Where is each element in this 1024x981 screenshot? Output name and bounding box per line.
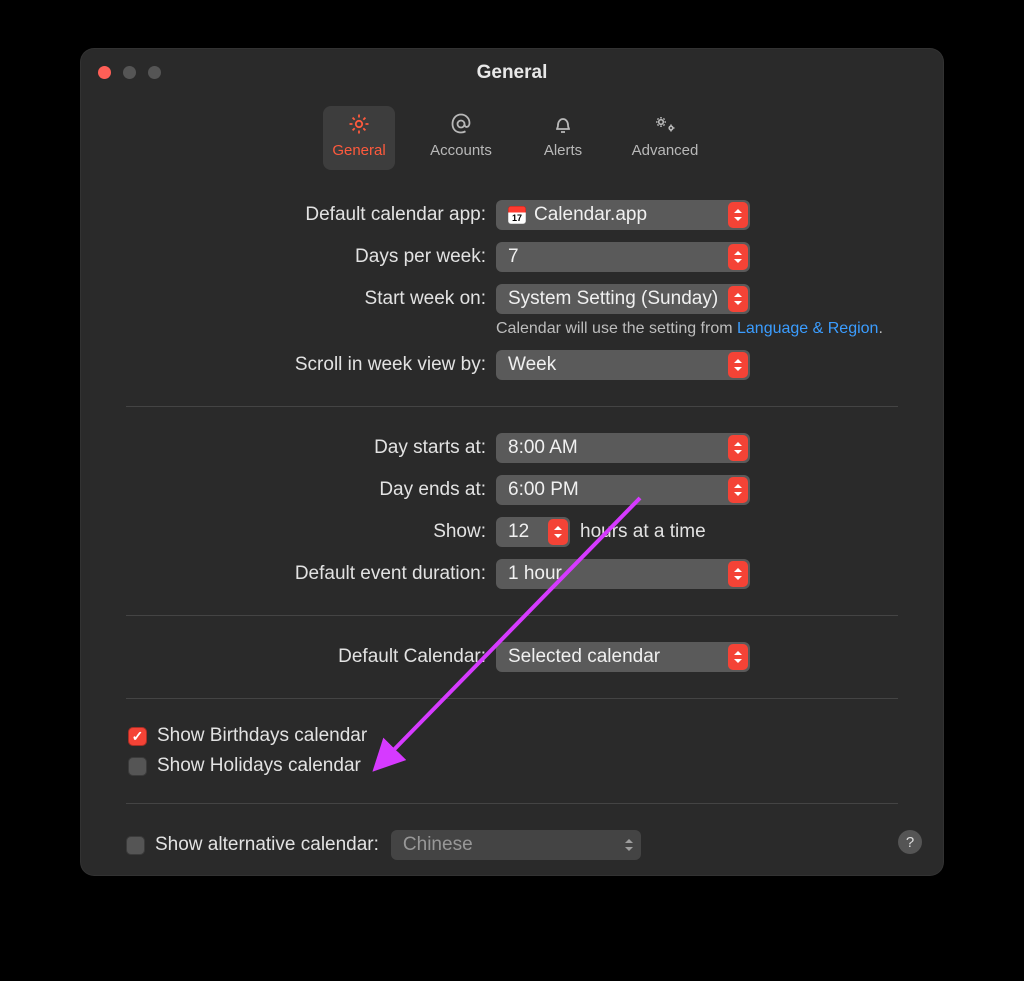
select-value: System Setting (Sunday) [508,288,718,310]
preferences-window: General General Accounts [80,48,944,876]
select-value: 7 [508,246,519,268]
select-value: 12 [508,521,529,543]
select-value: Week [508,354,556,376]
select-default-calendar[interactable]: Selected calendar [496,642,750,672]
select-default-duration[interactable]: 1 hour [496,559,750,589]
tab-alerts[interactable]: Alerts [527,106,599,170]
label-start-week-on: Start week on: [126,288,496,310]
at-icon [449,110,473,138]
select-scroll-week[interactable]: Week [496,350,750,380]
row-default-duration: Default event duration: 1 hour [126,559,898,589]
tab-label: Advanced [632,142,699,159]
start-week-hint: Calendar will use the setting from Langu… [496,320,898,338]
label-days-per-week: Days per week: [126,246,496,268]
row-start-week-on: Start week on: System Setting (Sunday) [126,284,898,314]
row-day-ends: Day ends at: 6:00 PM [126,475,898,505]
select-alt-calendar[interactable]: Chinese [391,830,641,860]
gears-icon [652,110,678,138]
hint-text: Calendar will use the setting from [496,320,737,337]
row-alternative-calendar: Show alternative calendar: Chinese [126,830,898,860]
titlebar: General [80,48,944,64]
help-button[interactable]: ? [898,830,922,854]
row-default-calendar: Default Calendar: Selected calendar [126,642,898,672]
row-days-per-week: Days per week: 7 [126,242,898,272]
divider [126,803,898,804]
checkbox-birthdays[interactable]: Show Birthdays calendar [128,725,898,747]
checkbox-label: Show Birthdays calendar [157,725,367,747]
hint-text: . [878,320,882,337]
select-value: Selected calendar [508,646,660,668]
tab-advanced[interactable]: Advanced [629,106,701,170]
label-default-calendar: Default Calendar: [126,646,496,668]
tab-label: Alerts [544,142,582,159]
tab-label: Accounts [430,142,492,159]
chevron-updown-icon [728,352,748,378]
chevron-updown-icon [619,832,639,858]
label-day-starts: Day starts at: [126,437,496,459]
select-value: 8:00 AM [508,437,578,459]
checkbox-group: Show Birthdays calendar Show Holidays ca… [128,725,898,777]
divider [126,406,898,407]
select-value: 1 hour [508,563,562,585]
gear-icon [347,110,371,138]
calendar-app-icon [508,206,526,224]
tab-accounts[interactable]: Accounts [425,106,497,170]
select-day-ends[interactable]: 6:00 PM [496,475,750,505]
row-day-starts: Day starts at: 8:00 AM [126,433,898,463]
row-show-hours: Show: 12 hours at a time [126,517,898,547]
select-default-app[interactable]: Calendar.app [496,200,750,230]
tab-label: General [332,142,385,159]
checkbox-icon [128,757,147,776]
checkbox-label: Show alternative calendar: [155,834,379,856]
select-day-starts[interactable]: 8:00 AM [496,433,750,463]
divider [126,615,898,616]
select-start-week-on[interactable]: System Setting (Sunday) [496,284,750,314]
checkbox-label: Show Holidays calendar [157,755,361,777]
select-show-hours[interactable]: 12 [496,517,570,547]
divider [126,698,898,699]
checkbox-holidays[interactable]: Show Holidays calendar [128,755,898,777]
checkbox-icon [126,836,145,855]
row-default-app: Default calendar app: Calendar.app [126,200,898,230]
content: Default calendar app: Calendar.app Days … [80,170,944,860]
chevron-updown-icon [728,244,748,270]
chevron-updown-icon [728,644,748,670]
checkbox-icon [128,727,147,746]
select-value: 6:00 PM [508,479,579,501]
tab-general[interactable]: General [323,106,395,170]
label-show-hours: Show: [126,521,496,543]
chevron-updown-icon [728,561,748,587]
bell-icon [551,110,575,138]
row-scroll-week: Scroll in week view by: Week [126,350,898,380]
select-value: Calendar.app [534,204,647,226]
label-default-duration: Default event duration: [126,563,496,585]
language-region-link[interactable]: Language & Region [737,320,878,337]
select-value: Chinese [403,834,473,856]
select-days-per-week[interactable]: 7 [496,242,750,272]
chevron-updown-icon [548,519,568,545]
chevron-updown-icon [728,435,748,461]
toolbar: General Accounts Alerts [80,106,944,170]
checkbox-alt-calendar[interactable]: Show alternative calendar: [126,834,379,856]
label-scroll-week: Scroll in week view by: [126,354,496,376]
show-hours-suffix: hours at a time [580,521,706,543]
chevron-updown-icon [728,286,748,312]
help-icon: ? [906,834,914,851]
chevron-updown-icon [728,477,748,503]
window-title: General [80,62,944,84]
chevron-updown-icon [728,202,748,228]
label-default-app: Default calendar app: [126,204,496,226]
label-day-ends: Day ends at: [126,479,496,501]
